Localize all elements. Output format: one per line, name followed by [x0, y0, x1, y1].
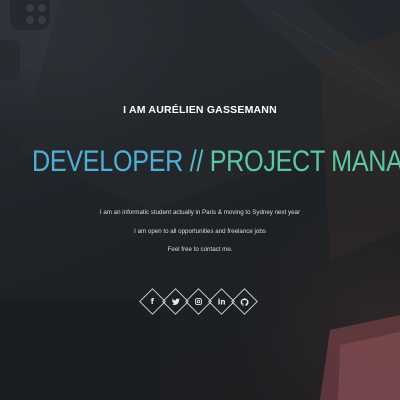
facebook-icon: f [150, 296, 155, 306]
social-links: f in [0, 288, 400, 318]
headline-role-2: PROJECT MANAGER [209, 145, 400, 178]
description-line: I am an informatic student actually in P… [99, 209, 301, 216]
headline-role-1: DEVELOPER [32, 145, 184, 178]
github-link[interactable] [231, 288, 258, 315]
intro-name: I AM AURÉLIEN GASSEMANN [123, 104, 277, 116]
github-icon [240, 297, 249, 306]
twitter-icon [171, 298, 180, 305]
headline-separator: // [183, 145, 210, 178]
hero-section: I AM AURÉLIEN GASSEMANN DEVELOPER // PRO… [0, 0, 400, 400]
description-line: Feel free to contact me. [167, 246, 233, 253]
headline: DEVELOPER // PROJECT MANAGER [32, 145, 400, 179]
hero-content: I AM AURÉLIEN GASSEMANN DEVELOPER // PRO… [0, 0, 400, 400]
linkedin-icon: in [217, 296, 226, 306]
instagram-icon [195, 298, 202, 305]
description-line: I am open to all opportunities and freel… [134, 228, 266, 235]
